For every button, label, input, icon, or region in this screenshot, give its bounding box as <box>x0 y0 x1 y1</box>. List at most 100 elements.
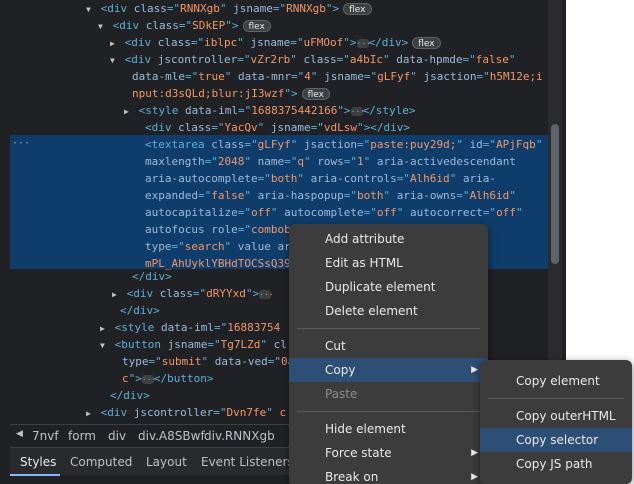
expand-triangle-down-icon[interactable]: ▼ <box>100 337 108 354</box>
attr-value: 1688375442166 <box>251 104 338 117</box>
menu-item-add-attribute[interactable]: Add attribute <box>289 227 488 251</box>
markup-text: =" <box>190 36 205 49</box>
dom-node-line[interactable]: ▼ <div class="SDkEP"> flex <box>98 17 271 34</box>
breadcrumb-item[interactable]: div.RNNXgb <box>204 429 275 443</box>
attr-value: 16883754 <box>227 321 281 334</box>
expand-triangle-right-icon[interactable]: ▶ <box>100 320 108 337</box>
menu-item-copy-outerhtml[interactable]: Copy outerHTML <box>480 404 632 428</box>
dom-node-line[interactable]: ▶ <div class="iblpc" jsname="uFMOof">···… <box>110 34 441 51</box>
attr-value: h5M12e;i <box>489 70 543 83</box>
menu-item-paste: Paste <box>325 387 358 401</box>
tab-event-listeners[interactable]: Event Listeners <box>201 455 294 469</box>
markup-text: " <box>219 2 234 15</box>
expand-triangle-down-icon[interactable]: ▼ <box>110 52 118 69</box>
dom-node-line[interactable]: ▶ <style data-iml="1688375442166">···</s… <box>124 102 416 119</box>
attr-value: RNNXgb <box>286 2 326 15</box>
selected-node-gutter-dots[interactable]: ··· <box>12 138 30 149</box>
attr-name: class <box>145 19 179 32</box>
attr-name: data-mnr <box>237 70 291 83</box>
breadcrumb-item[interactable]: div <box>108 429 126 443</box>
collapsed-content-dots[interactable]: ··· <box>350 106 365 116</box>
markup-text: =" <box>237 104 252 117</box>
dom-node-line[interactable]: <div class="YacQv" jsname="vdLsw"></div> <box>145 119 410 136</box>
attr-name: jscontroller <box>157 53 238 66</box>
attr-name: id <box>469 138 483 151</box>
dom-node-line[interactable]: ▶ <div jscontroller="Dvn7fe" c <box>86 404 286 418</box>
submenu-arrow-icon: ▶ <box>471 472 478 482</box>
markup-text: "> <box>128 372 142 385</box>
breadcrumb-item[interactable]: 7nvf <box>32 429 59 443</box>
expand-triangle-right-icon[interactable]: ▶ <box>86 405 94 418</box>
attr-name: jsname <box>324 70 364 83</box>
markup-text: <style <box>138 104 185 117</box>
breadcrumb-item[interactable]: form <box>68 429 96 443</box>
menu-item-cut[interactable]: Cut <box>289 334 488 358</box>
collapsed-content-dots[interactable]: ··· <box>141 374 156 384</box>
markup-text: =" <box>310 121 324 134</box>
attr-name: jsaction <box>423 70 477 83</box>
dom-node-line[interactable]: ▼ <div jscontroller="vZr2rb" class="a4bI… <box>110 51 515 68</box>
breadcrumb-item[interactable]: div.A8SBwf <box>138 429 205 443</box>
dom-node-line[interactable]: autocapitalize="off" autocomplete="off" … <box>145 204 523 221</box>
expand-triangle-down-icon[interactable]: ▼ <box>98 18 106 35</box>
expand-triangle-right-icon[interactable]: ▶ <box>124 103 132 120</box>
menu-item-hide-element[interactable]: Hide element <box>289 417 488 441</box>
dom-node-line[interactable]: type="submit" data-ved="0a <box>122 353 294 370</box>
expand-triangle-right-icon[interactable]: ▶ <box>112 286 120 303</box>
dom-node-line[interactable]: nput:d3sQLd;blur:jI3wzf"> flex <box>132 85 330 102</box>
markup-text: =" <box>237 223 251 236</box>
menu-separator <box>297 328 480 329</box>
attr-value: SDkEP <box>192 19 226 32</box>
attr-value: c <box>122 372 129 385</box>
tab-layout[interactable]: Layout <box>146 455 187 469</box>
attr-name: class <box>159 287 193 300</box>
menu-item-copy-js-path[interactable]: Copy JS path <box>480 452 632 476</box>
dom-node-line[interactable]: maxlength="2048" name="q" rows="1" aria-… <box>145 153 516 170</box>
tab-computed[interactable]: Computed <box>70 455 132 469</box>
dom-node-line[interactable]: data-mle="true" data-mnr="4" jsname="gLF… <box>132 68 543 85</box>
menu-item-copy-element[interactable]: Copy element <box>480 369 632 393</box>
flex-badge[interactable]: flex <box>343 3 372 15</box>
markup-text: "></div> <box>357 121 410 134</box>
dom-node-line[interactable]: ▼ <div class="RNNXgb" jsname="RNNXgb"> fl… <box>86 0 372 17</box>
attr-name: aria-owns <box>396 189 457 202</box>
markup-text: =" <box>284 155 298 168</box>
dom-node-line[interactable]: ▶ <style data-iml="16883754 <box>100 319 280 336</box>
collapsed-content-dots[interactable]: ··· <box>259 289 274 299</box>
breadcrumb-scroll-left-icon[interactable]: ◀ <box>16 429 23 439</box>
attr-value: off <box>250 206 271 219</box>
menu-item-break-on[interactable]: Break on ▶ <box>289 465 488 484</box>
attr-value: gLFyf <box>257 138 291 151</box>
dom-node-line[interactable]: c">···</button> <box>122 370 213 387</box>
attr-name: autocomplete <box>284 206 364 219</box>
submenu-arrow-icon: ▶ <box>471 365 478 375</box>
menu-item-duplicate-element[interactable]: Duplicate element <box>289 275 488 299</box>
menu-item-edit-as-html[interactable]: Edit as HTML <box>289 251 488 275</box>
menu-item-force-state[interactable]: Force state ▶ <box>289 441 488 465</box>
menu-item-delete-element[interactable]: Delete element <box>289 299 488 323</box>
expand-triangle-right-icon[interactable]: ▶ <box>110 35 118 52</box>
dom-node-line[interactable]: expanded="false" aria-haspopup="both" ar… <box>145 187 516 204</box>
dom-node-line[interactable]: <textarea class="gLFyf" jsaction="paste:… <box>145 136 542 153</box>
markup-text: =" <box>336 53 350 66</box>
dom-node-line[interactable]: </div> <box>132 268 172 285</box>
dom-node-line[interactable]: aria-autocomplete="both" aria-controls="… <box>145 170 496 187</box>
tab-styles[interactable]: Styles <box>20 455 56 469</box>
markup-text: =" <box>171 240 185 253</box>
dom-node-line[interactable]: </div> <box>120 302 160 319</box>
dom-node-line[interactable]: ▶ <div class="dRYYxd">··· <box>112 285 274 303</box>
flex-badge[interactable]: flex <box>301 88 330 100</box>
submenu-arrow-icon: ▶ <box>471 448 478 458</box>
expand-triangle-down-icon[interactable]: ▼ <box>86 1 94 18</box>
flex-badge[interactable]: flex <box>242 20 271 32</box>
collapsed-content-dots[interactable]: ··· <box>356 38 371 48</box>
attr-value: YacQv <box>224 121 258 134</box>
tree-scrollbar-thumb[interactable] <box>551 124 559 264</box>
dom-node-line[interactable]: </div> <box>110 387 150 404</box>
menu-item-copy[interactable]: Copy ▶ <box>289 358 488 382</box>
menu-item-copy-selector[interactable]: Copy selector <box>480 428 632 452</box>
attr-value: off <box>496 206 516 219</box>
flex-badge[interactable]: flex <box>412 37 441 49</box>
